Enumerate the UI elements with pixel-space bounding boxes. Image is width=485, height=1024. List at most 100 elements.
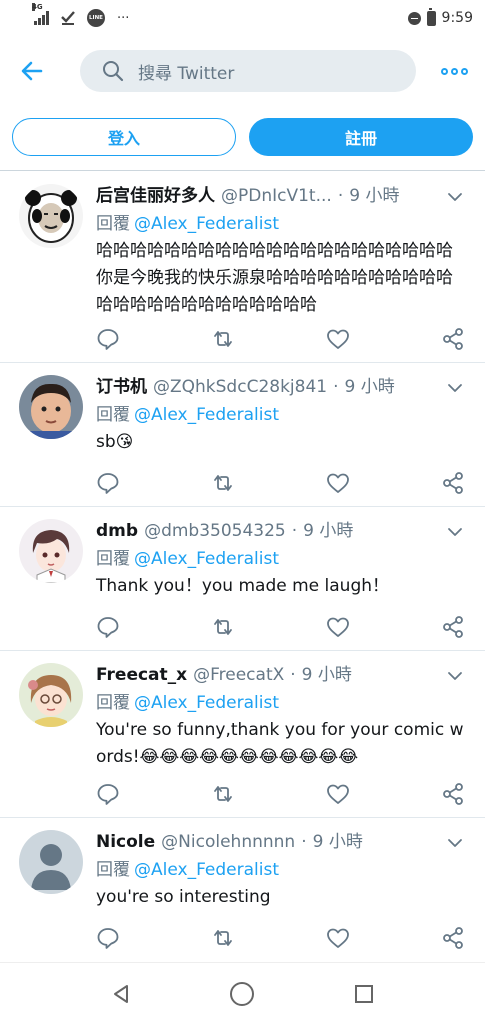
like-icon[interactable] [326,926,350,950]
user-name[interactable]: dmb [96,519,138,543]
chevron-down-icon[interactable] [447,668,463,684]
mention-link[interactable]: @Alex_Federalist [134,860,279,880]
share-icon[interactable] [441,782,465,806]
mention-link[interactable]: @Alex_Federalist [134,405,279,425]
status-bar: 4G LINE ··· 9:59 [0,0,485,36]
retweet-icon[interactable] [211,327,235,351]
tweet-text: you're so interesting [96,887,271,907]
tweet-item[interactable]: Nicole @Nicolehnnnnn · 9 小時 回覆 @Alex_Fede… [0,818,485,962]
like-icon[interactable] [326,327,350,351]
tweet-header: Freecat_x @FreecatX · 9 小時 [96,663,465,687]
check-download-icon [61,11,75,25]
like-icon[interactable] [326,615,350,639]
nav-recents-button[interactable] [349,979,379,1009]
panda-meme-avatar-icon [19,184,83,248]
share-icon[interactable] [441,926,465,950]
separator-dot: · [333,377,339,397]
child-photo-avatar-icon [19,375,83,439]
retweet-icon[interactable] [211,471,235,495]
tweet-content: Nicole @Nicolehnnnnn · 9 小時 回覆 @Alex_Fede… [96,830,465,911]
like-icon[interactable] [326,471,350,495]
separator-dot: · [337,186,344,206]
tweet-actions [96,471,466,495]
user-name[interactable]: Nicole [96,830,155,854]
user-handle[interactable]: @Nicolehnnnnn [161,830,295,854]
anime-boy-avatar-icon [19,519,83,583]
search-input[interactable]: 搜尋 Twitter [80,50,416,92]
separator-dot: · [290,665,296,685]
do-not-disturb-icon [407,11,421,25]
user-name[interactable]: 后宫佳丽好多人 [96,184,215,208]
user-handle[interactable]: @dmb35054325 [144,519,286,543]
tweet-text: Thank you！you made me laugh！ [96,576,390,596]
user-name[interactable]: Freecat_x [96,663,187,687]
user-handle[interactable]: @FreecatX [193,663,284,687]
chevron-down-icon[interactable] [447,835,463,851]
like-icon[interactable] [326,782,350,806]
tweet-item[interactable]: 订书机 @ZQhkSdcC28kj841 · 9 小時 回覆 @Alex_Fede… [0,363,485,507]
login-button[interactable]: 登入 [12,118,236,156]
nav-back-button[interactable] [106,979,136,1009]
tweet-header: Nicole @Nicolehnnnnn · 9 小時 [96,830,465,854]
reply-icon[interactable] [96,327,120,351]
share-icon[interactable] [441,471,465,495]
chevron-down-icon[interactable] [447,189,463,205]
signup-button[interactable]: 註冊 [249,118,473,156]
back-button[interactable] [0,45,64,97]
triangle-back-icon [114,985,128,1003]
reply-context: 回覆 @Alex_Federalist [96,403,465,427]
reply-context: 回覆 @Alex_Federalist [96,691,465,715]
retweet-icon[interactable] [211,615,235,639]
signal-icon: 4G [32,3,49,25]
user-name[interactable]: 订书机 [96,375,147,399]
retweet-icon[interactable] [211,926,235,950]
separator-dot: · [291,521,298,541]
mention-link[interactable]: @Alex_Federalist [134,214,279,234]
reply-context: 回覆 @Alex_Federalist [96,858,465,882]
tweet-item[interactable]: 后宫佳丽好多人 @PDnIcV1t... · 9 小時 回覆 @Alex_Fede… [0,171,485,363]
tweet-item[interactable]: Freecat_x @FreecatX · 9 小時 回覆 @Alex_Feder… [0,651,485,818]
circle-home-icon [230,982,254,1006]
back-arrow-icon [21,61,43,81]
reply-icon[interactable] [96,471,120,495]
mention-link[interactable]: @Alex_Federalist [134,549,279,569]
tweet-actions [96,615,466,639]
share-icon[interactable] [441,615,465,639]
auth-bar: 登入 註冊 [0,116,485,160]
tweet-time: 9 小時 [301,665,352,685]
avatar[interactable] [19,519,83,583]
search-placeholder: 搜尋 Twitter [138,63,235,84]
reply-context: 回覆 @Alex_Federalist [96,212,465,236]
more-dot-icon [450,67,458,75]
user-handle[interactable]: @PDnIcV1t... [221,184,332,208]
reply-label: 回覆 [96,214,130,234]
reply-icon[interactable] [96,782,120,806]
reply-label: 回覆 [96,549,130,569]
tweet-actions [96,926,466,950]
retweet-icon[interactable] [211,782,235,806]
tweet-content: Freecat_x @FreecatX · 9 小時 回覆 @Alex_Feder… [96,663,465,771]
network-type: 4G [32,3,43,11]
tweet-actions [96,327,466,351]
more-options-button[interactable] [436,55,472,87]
avatar[interactable] [19,663,83,727]
avatar[interactable] [19,375,83,439]
reply-icon[interactable] [96,615,120,639]
more-dot-icon [440,67,448,75]
user-handle[interactable]: @ZQhkSdcC28kj841 [153,375,327,399]
more-notifications-icon: ··· [117,10,130,26]
avatar[interactable] [19,830,83,894]
nav-home-button[interactable] [227,979,257,1009]
reply-context: 回覆 @Alex_Federalist [96,547,465,571]
system-nav-bar [0,962,485,1024]
reply-icon[interactable] [96,926,120,950]
tweet-header: 订书机 @ZQhkSdcC28kj841 · 9 小時 [96,375,465,399]
share-icon[interactable] [441,327,465,351]
chevron-down-icon[interactable] [447,524,463,540]
mention-link[interactable]: @Alex_Federalist [134,693,279,713]
chevron-down-icon[interactable] [447,380,463,396]
tweet-time: 9 小時 [303,521,354,541]
tweet-time: 9 小時 [312,832,363,852]
avatar[interactable] [19,184,83,248]
tweet-item[interactable]: dmb @dmb35054325 · 9 小時 回覆 @Alex_Federali… [0,507,485,651]
